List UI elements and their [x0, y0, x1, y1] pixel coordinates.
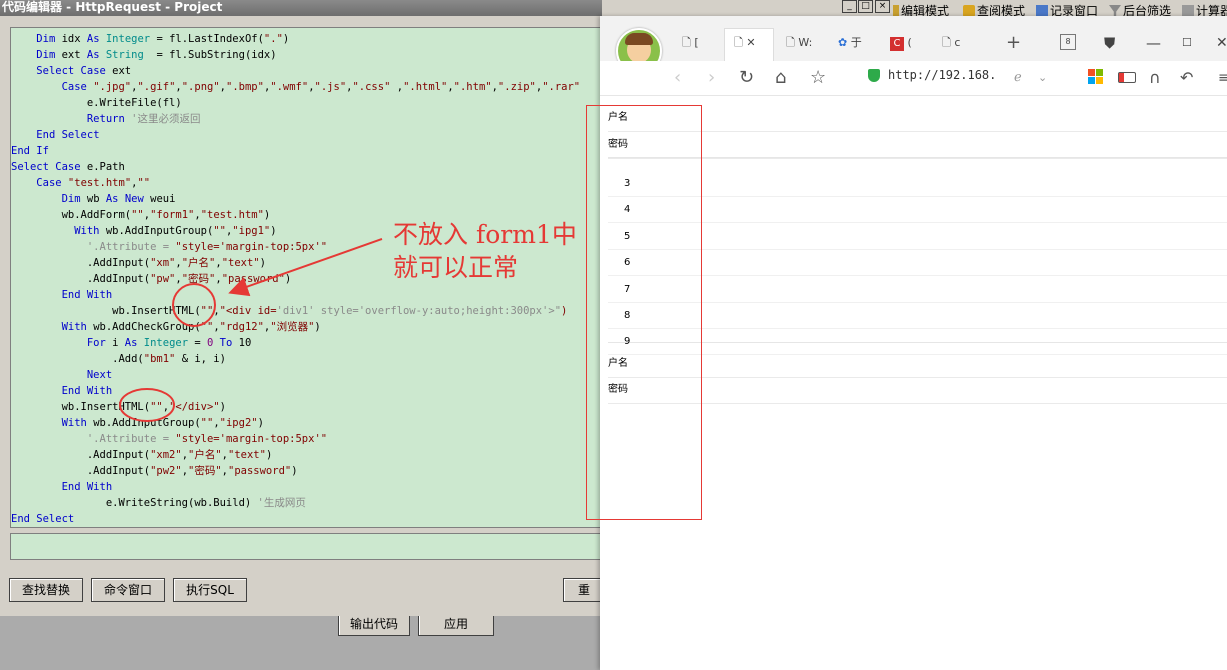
shield-icon — [868, 69, 880, 82]
page-icon: 🗋 — [734, 36, 743, 49]
highlight-ellipse-2 — [119, 388, 175, 422]
star-icon[interactable]: ☆ — [810, 68, 826, 88]
tab-5[interactable]: C ( — [890, 30, 912, 56]
tab-1[interactable]: 🗋 [ — [682, 30, 699, 56]
headphones-icon[interactable]: ∩ — [1149, 68, 1161, 88]
paw-icon: ✿ — [838, 36, 848, 49]
tab-4[interactable]: ✿ 于 — [838, 30, 862, 56]
maximize-icon[interactable]: ☐ — [1182, 30, 1192, 56]
tab-3-label: W: — [798, 36, 813, 49]
tab-list-icon[interactable]: 8 — [1060, 34, 1076, 50]
page-icon: 🗋 — [786, 36, 795, 49]
tab-3[interactable]: 🗋 W: — [786, 30, 812, 56]
back-icon[interactable]: ‹ — [674, 68, 681, 88]
tab-1-label: [ — [694, 36, 699, 49]
page-icon: 🗋 — [942, 36, 951, 49]
page-icon: 🗋 — [682, 36, 691, 49]
tab-4-label: 于 — [850, 36, 862, 49]
c-logo-icon: C — [890, 37, 904, 51]
forward-icon[interactable]: › — [708, 68, 715, 88]
ie-icon[interactable]: ℯ — [1014, 68, 1022, 88]
reload-icon[interactable]: ↻ — [739, 68, 754, 88]
undo-icon[interactable]: ↶ — [1180, 68, 1193, 88]
address-bar[interactable]: http://192.168. — [888, 68, 996, 82]
home-icon[interactable]: ⌂ — [775, 68, 786, 88]
battery-icon[interactable] — [1118, 72, 1136, 83]
tab-close-icon[interactable]: ✕ — [746, 36, 755, 49]
apps-icon[interactable] — [1088, 69, 1103, 84]
minimize-icon[interactable]: — — [1146, 30, 1161, 56]
tab-6[interactable]: 🗋 c — [942, 30, 960, 56]
tab-2[interactable]: 🗋 ✕ — [734, 30, 756, 56]
tab-6-label: c — [954, 36, 961, 49]
highlight-ellipse-1 — [172, 283, 216, 327]
shirt-icon[interactable]: ⛊ — [1104, 30, 1115, 56]
close-icon[interactable]: ✕ — [1216, 30, 1227, 56]
tab-5-label: ( — [907, 36, 912, 49]
highlight-box — [586, 105, 702, 520]
annotation-arrow — [228, 238, 383, 297]
menu-icon[interactable]: ≡ — [1218, 68, 1227, 88]
chevron-down-icon[interactable]: ⌄ — [1038, 68, 1047, 88]
new-tab-icon[interactable]: + — [1006, 30, 1021, 56]
